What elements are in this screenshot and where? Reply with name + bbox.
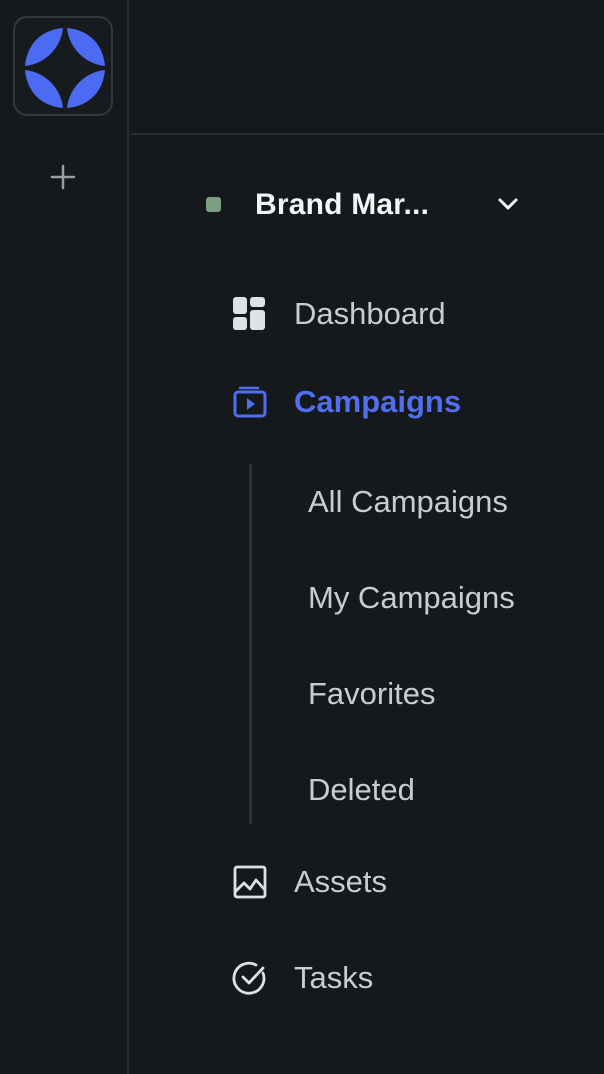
chevron-down-icon[interactable]: [494, 190, 522, 223]
nav-item-campaigns[interactable]: Campaigns: [222, 372, 582, 432]
workspace-rail: [0, 0, 129, 1074]
nav-label-campaigns: Campaigns: [294, 384, 462, 419]
nav-item-tasks[interactable]: Tasks: [222, 948, 582, 1008]
nav-label-dashboard: Dashboard: [294, 296, 446, 331]
workspace-name: Brand Mar...: [255, 188, 430, 221]
image-icon: [232, 864, 268, 900]
subnav-item-favorites[interactable]: Favorites: [296, 662, 596, 722]
sidebar-header: [131, 0, 604, 135]
subnav-label: All Campaigns: [308, 484, 508, 519]
app-logo-button[interactable]: [13, 16, 113, 116]
add-workspace-button[interactable]: [44, 158, 82, 196]
nav-item-assets[interactable]: Assets: [222, 852, 582, 912]
nav-label-assets: Assets: [294, 864, 388, 899]
plus-icon: [50, 164, 76, 190]
workspace-selector[interactable]: Brand Mar...: [196, 180, 536, 232]
subnav-item-all-campaigns[interactable]: All Campaigns: [296, 470, 596, 530]
brand-logo-icon: [25, 28, 105, 108]
subnav-item-my-campaigns[interactable]: My Campaigns: [296, 566, 596, 626]
subnav-item-deleted[interactable]: Deleted: [296, 758, 596, 818]
dashboard-icon: [232, 296, 268, 332]
campaigns-icon: [232, 384, 268, 420]
check-circle-icon: [232, 960, 268, 996]
subnav-label: Favorites: [308, 676, 436, 711]
subnav-label: My Campaigns: [308, 580, 515, 615]
nav-label-tasks: Tasks: [294, 960, 374, 995]
nav-item-dashboard[interactable]: Dashboard: [222, 284, 582, 344]
subnav-label: Deleted: [308, 772, 415, 807]
workspace-status-dot: [206, 197, 221, 212]
submenu-indent-line: [249, 464, 252, 824]
